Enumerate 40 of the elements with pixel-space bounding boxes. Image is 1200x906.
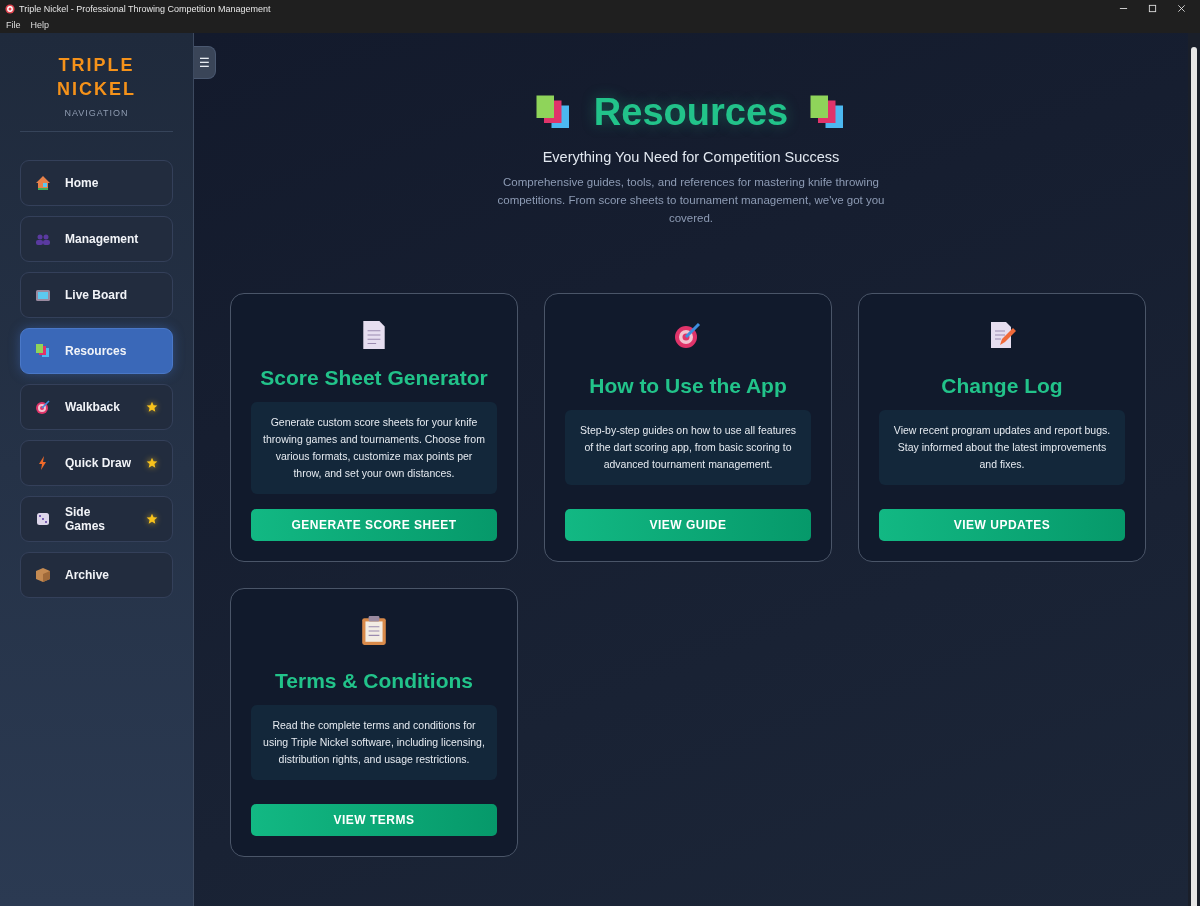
brand-title: NICKEL — [57, 78, 136, 101]
nav-item[interactable]: Resources — [20, 328, 173, 374]
document-icon — [360, 320, 388, 350]
nav-item[interactable]: Archive — [20, 552, 173, 598]
card-title: Change Log — [941, 374, 1063, 398]
card-description: Generate custom score sheets for your knife throwing games and tournaments. Choose from various formats, customize max points per throw, and set your own distances. — [251, 401, 497, 494]
page-description: Comprehensive guides, tools, and references for mastering knife throwing competitions. From score sheets to tournament management, we've got you covered. — [496, 175, 886, 226]
window-title: Triple Nickel - Professional Throwing Competition Management — [19, 3, 271, 14]
nav-item[interactable]: Management — [20, 216, 173, 262]
tv-icon — [35, 287, 51, 303]
page-subtitle: Everything You Need for Competition Success — [542, 149, 840, 165]
memo-icon — [988, 320, 1016, 350]
card-title: Score Sheet Generator — [260, 365, 488, 390]
target-icon — [674, 320, 702, 350]
clipboard-icon — [360, 615, 388, 645]
box-icon — [35, 567, 51, 583]
maximize-icon[interactable] — [1148, 4, 1157, 13]
brand-title: TRIPLE — [58, 54, 135, 77]
app-logo-icon — [5, 3, 15, 14]
books-icon — [35, 343, 51, 359]
close-icon[interactable] — [1177, 4, 1186, 13]
card-title: Terms & Conditions — [275, 669, 473, 693]
card-description: Step-by-step guides on how to use all features of the dart scoring app, from basic scoring to advanced tournament management. — [565, 410, 811, 485]
menu-toggle-button[interactable]: ☰ — [194, 46, 216, 79]
nav-item[interactable]: Side Games — [20, 496, 173, 542]
scrollbar[interactable] — [1188, 33, 1200, 906]
card-title: How to Use the App — [589, 374, 787, 398]
menu-item[interactable]: File — [6, 20, 21, 30]
target-icon — [35, 399, 51, 415]
card-description: View recent program updates and report bugs. Stay informed about the latest improvements and fixes. — [879, 410, 1125, 485]
card-description: Read the complete terms and conditions for using Triple Nickel software, including licensing, distribution rights, and usage restrictions. — [251, 705, 497, 780]
nav-item[interactable]: Quick Draw — [20, 440, 173, 486]
menu-item[interactable]: Help — [30, 20, 50, 30]
house-icon — [35, 175, 51, 191]
nav-item[interactable]: Home — [20, 160, 173, 206]
nav-item[interactable]: Live Board — [20, 272, 173, 318]
dice-icon — [35, 511, 51, 527]
nav-item[interactable]: Walkback — [20, 384, 173, 430]
page-title: Resources — [593, 91, 789, 134]
navigation-label: NAVIGATION — [64, 108, 129, 118]
